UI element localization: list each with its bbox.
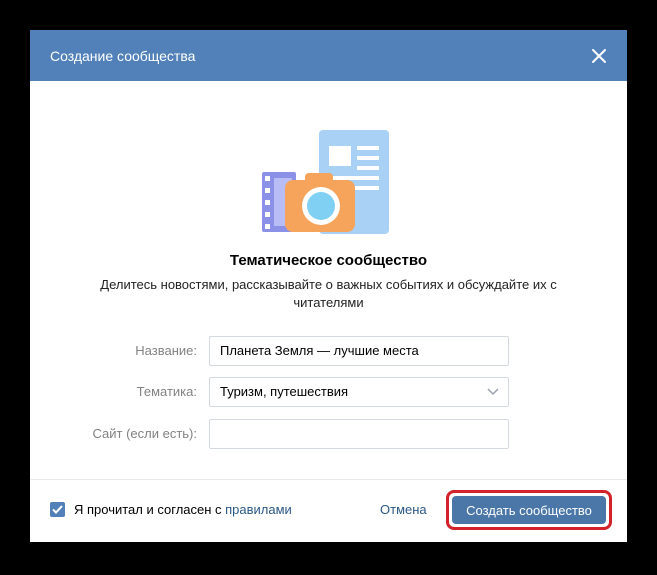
agree-checkbox[interactable] xyxy=(50,502,65,517)
site-row: Сайт (если есть): xyxy=(30,419,627,449)
cancel-button[interactable]: Отмена xyxy=(380,502,427,517)
rules-link[interactable]: правилами xyxy=(225,502,292,517)
agree-text: Я прочитал и согласен с правилами xyxy=(74,502,292,517)
topic-label: Тематика: xyxy=(136,384,197,399)
create-community-button[interactable]: Создать сообщество xyxy=(452,496,606,524)
dialog-header: Создание сообщества xyxy=(30,30,627,81)
topic-select-value: Туризм, путешествия xyxy=(220,384,349,399)
community-type-description: Делитесь новостями, рассказывайте о важн… xyxy=(100,277,557,310)
site-label: Сайт (если есть): xyxy=(92,426,197,441)
create-community-dialog: Создание сообщества Тематическое сообщес… xyxy=(30,30,627,542)
topic-row: Тематика: Туризм, путешествия xyxy=(30,377,627,407)
chevron-down-icon xyxy=(487,388,499,396)
community-illustration xyxy=(262,130,389,234)
community-type-title: Тематическое сообщество xyxy=(229,252,428,269)
dialog-title: Создание сообщества xyxy=(50,47,196,64)
agree-label: Я прочитал и согласен с xyxy=(74,502,226,517)
checkmark-icon xyxy=(52,505,63,514)
name-input[interactable]: Планета Земля — лучшие места xyxy=(209,336,509,366)
close-icon[interactable] xyxy=(591,48,607,64)
site-input[interactable] xyxy=(209,419,509,449)
name-label: Название: xyxy=(135,343,197,358)
name-row: Название: Планета Земля — лучшие места xyxy=(30,336,627,366)
topic-select[interactable]: Туризм, путешествия xyxy=(209,377,509,407)
dialog-footer: Я прочитал и согласен с правилами Отмена… xyxy=(30,479,627,542)
